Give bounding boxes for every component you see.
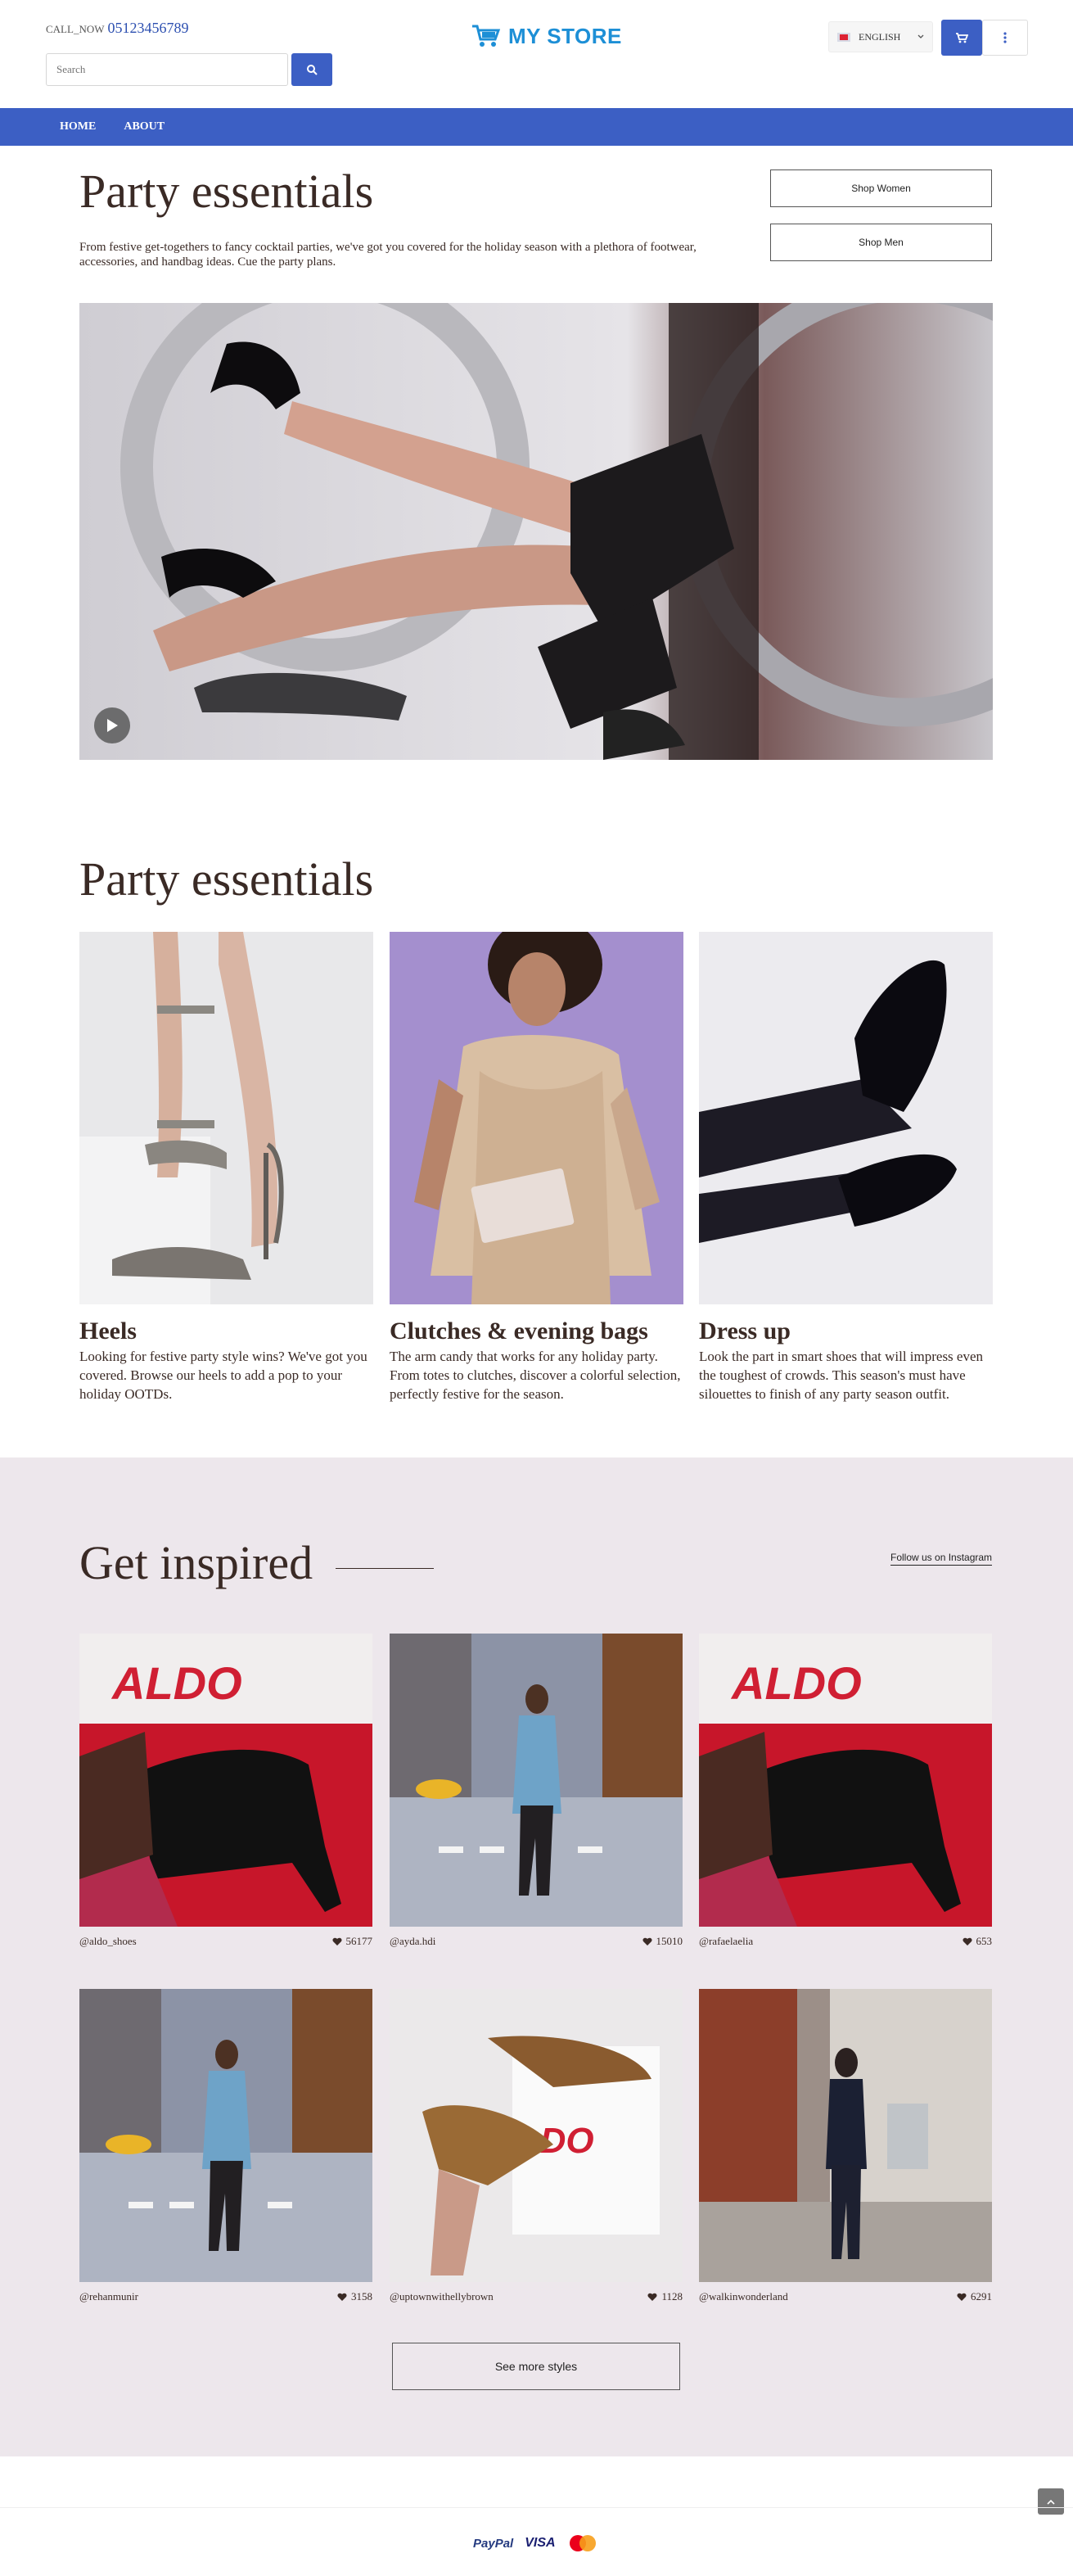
shop-women-button[interactable]: Shop Women (770, 169, 992, 207)
category-name[interactable]: Heels (79, 1317, 373, 1345)
nav-item-home[interactable]: HOME (60, 120, 96, 133)
footer-divider (0, 2507, 1073, 2508)
post-image[interactable]: ALDO (699, 1634, 992, 1927)
hero-video-image (79, 303, 993, 760)
heart-icon (337, 2293, 347, 2301)
visa-logo: VISA (525, 2536, 556, 2550)
category-card-heels[interactable]: Heels Looking for festive party style wi… (79, 932, 373, 1403)
like-count: 15010 (656, 1935, 683, 1947)
instagram-post[interactable]: ALDO @uptownwithellybrown 1128 (390, 1989, 683, 2303)
category-description: Look the part in smart shoes that will i… (699, 1349, 984, 1402)
language-label: ENGLISH (859, 30, 901, 43)
instagram-post[interactable]: @ayda.hdi 15010 (390, 1634, 683, 1948)
search-button[interactable] (291, 53, 332, 86)
play-button[interactable] (94, 707, 130, 743)
cart-icon (956, 33, 968, 43)
language-selector[interactable]: ENGLISH (828, 21, 933, 52)
post-username[interactable]: @rehanmunir (79, 2290, 138, 2303)
category-card-dress-up[interactable]: Dress up Look the part in smart shoes th… (699, 932, 993, 1403)
site-header: CALL_NOW05123456789 MY STORE ENGLISH (0, 0, 1073, 108)
category-name[interactable]: Clutches & evening bags (390, 1317, 683, 1345)
chevron-down-icon (917, 34, 924, 38)
dress-up-image[interactable] (699, 932, 993, 1304)
inspired-title: Get inspired (79, 1536, 313, 1589)
instagram-post[interactable]: ALDO @rafaelaelia 653 (699, 1634, 992, 1948)
post-username[interactable]: @uptownwithellybrown (390, 2290, 494, 2303)
call-label: CALL_NOW (46, 23, 105, 35)
scroll-top-button[interactable] (1038, 2488, 1064, 2515)
post-image[interactable] (699, 1989, 992, 2282)
post-username[interactable]: @walkinwonderland (699, 2290, 788, 2303)
like-count: 1128 (661, 2290, 683, 2303)
category-name[interactable]: Dress up (699, 1317, 993, 1345)
hero-title: Party essentials (79, 165, 374, 218)
aldo-brand-text: ALDO (730, 1657, 862, 1709)
heels-image[interactable] (79, 932, 373, 1304)
clutches-image[interactable] (390, 932, 683, 1304)
heart-icon (647, 2293, 658, 2301)
heart-icon (957, 2293, 967, 2301)
heart-icon (962, 1937, 972, 1946)
instagram-post[interactable]: ALDO @aldo_shoes 56177 (79, 1634, 372, 1948)
more-vertical-icon (1003, 32, 1007, 43)
payment-methods: PayPal VISA (473, 2533, 598, 2553)
cart-button[interactable] (941, 20, 982, 56)
phone-number[interactable]: 05123456789 (108, 20, 189, 36)
follow-instagram-link[interactable]: Follow us on Instagram (890, 1552, 993, 1566)
instagram-post[interactable]: @rehanmunir 3158 (79, 1989, 372, 2303)
post-username[interactable]: @ayda.hdi (390, 1935, 435, 1948)
categories-title: Party essentials (79, 852, 374, 906)
search-input[interactable] (46, 53, 288, 86)
store-logo[interactable]: MY STORE (471, 23, 622, 49)
mastercard-icon (569, 2535, 596, 2551)
nav-item-about[interactable]: ABOUT (124, 120, 165, 133)
cart-logo-icon (472, 25, 501, 47)
call-now: CALL_NOW 05123456789 (46, 20, 189, 37)
logo-text: MY STORE (508, 23, 622, 48)
post-image[interactable] (79, 1989, 372, 2282)
main-nav: HOME ABOUT (0, 108, 1073, 146)
search-icon (307, 65, 318, 75)
search-bar (46, 53, 332, 86)
post-username[interactable]: @rafaelaelia (699, 1935, 753, 1948)
heart-icon (642, 1937, 652, 1946)
hero-description: From festive get-togethers to fancy cock… (79, 241, 697, 269)
category-card-clutches[interactable]: Clutches & evening bags The arm candy th… (390, 932, 683, 1403)
see-more-button[interactable]: See more styles (392, 2343, 680, 2390)
get-inspired-section: Get inspired Follow us on Instagram ALDO… (0, 1457, 1073, 2456)
category-description: Looking for festive party style wins? We… (79, 1349, 367, 1402)
shop-men-button[interactable]: Shop Men (770, 224, 992, 261)
category-description: The arm candy that works for any holiday… (390, 1349, 681, 1402)
post-image[interactable]: ALDO (79, 1634, 372, 1927)
paypal-logo: PayPal (473, 2536, 514, 2551)
post-image[interactable]: ALDO (390, 1989, 683, 2282)
title-divider (336, 1568, 434, 1569)
heart-icon (331, 1937, 342, 1946)
like-count: 653 (976, 1935, 993, 1947)
instagram-post[interactable]: @walkinwonderland 6291 (699, 1989, 992, 2303)
hero-video[interactable] (79, 303, 993, 760)
post-image[interactable] (390, 1634, 683, 1927)
like-count: 3158 (351, 2290, 372, 2303)
chevron-up-icon (1047, 2499, 1055, 2505)
like-count: 56177 (345, 1935, 373, 1947)
play-icon (107, 719, 118, 732)
post-username[interactable]: @aldo_shoes (79, 1935, 137, 1948)
more-menu-button[interactable] (982, 20, 1028, 56)
flag-icon (837, 32, 850, 42)
like-count: 6291 (971, 2290, 992, 2303)
aldo-brand-text: ALDO (110, 1657, 242, 1709)
